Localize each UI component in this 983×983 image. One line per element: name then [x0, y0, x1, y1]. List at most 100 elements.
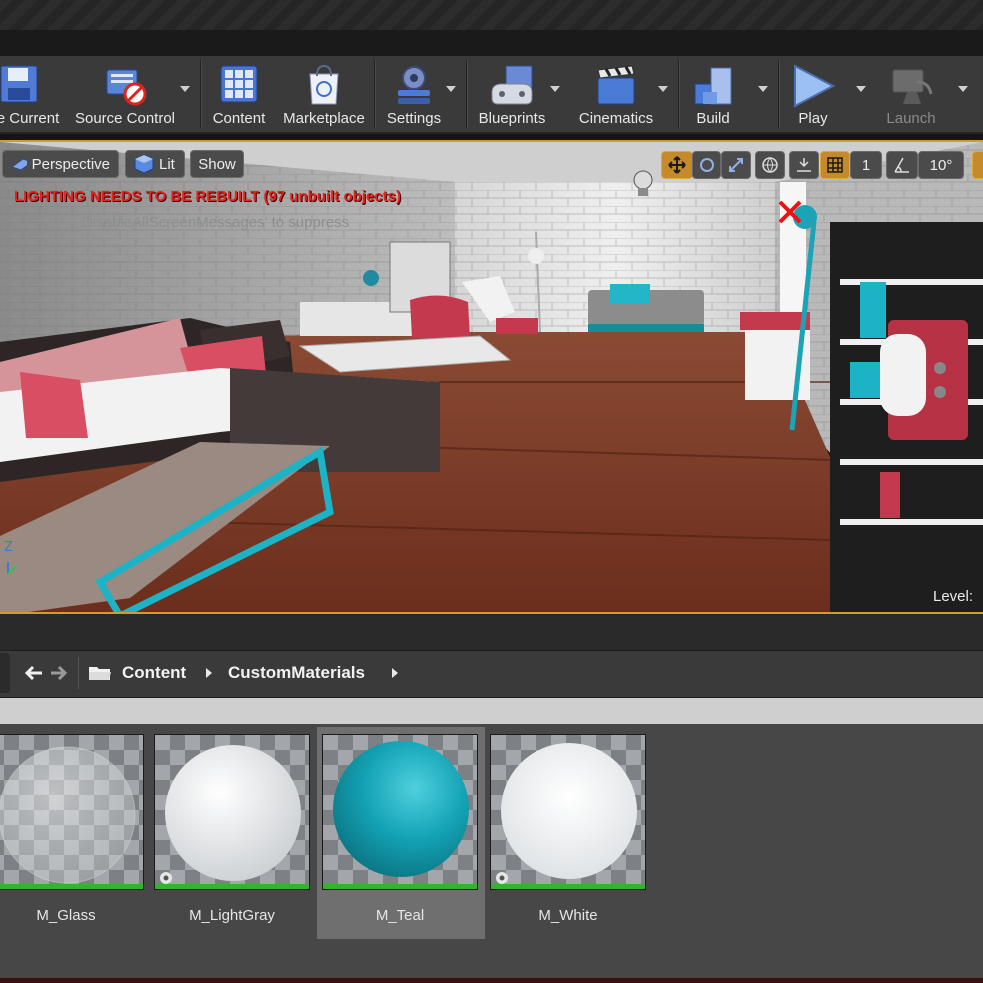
- rotation-snap-toggle[interactable]: [886, 151, 918, 179]
- asset-type-bar: [491, 884, 645, 889]
- build-label: Build: [696, 110, 730, 127]
- lit-cube-icon: [134, 154, 154, 174]
- grid-snap-value[interactable]: 1: [850, 151, 882, 179]
- perspective-icon: [11, 158, 27, 171]
- breadcrumb-custommaterials[interactable]: CustomMaterials: [228, 663, 365, 683]
- blueprints-label: Blueprints: [478, 110, 546, 127]
- filter-bar: [0, 698, 983, 724]
- lit-button[interactable]: Lit: [125, 150, 185, 178]
- asset-label-m-glass: M_Glass: [36, 907, 96, 924]
- asset-label-m-lightgray: M_LightGray: [189, 907, 275, 924]
- cinematics-button[interactable]: Cinematics: [572, 56, 660, 132]
- translate-tool-button[interactable]: [661, 151, 693, 179]
- source-control-icon: [106, 69, 147, 106]
- level-viewport[interactable]: Perspective Lit Show 1 10° LIGHTING NEED…: [0, 140, 983, 614]
- show-label: Show: [198, 155, 236, 173]
- material-sphere-teal: [323, 735, 477, 889]
- breadcrumb-content[interactable]: Content: [122, 663, 186, 683]
- marketplace-icon: [309, 64, 339, 105]
- show-button[interactable]: Show: [190, 150, 244, 178]
- material-sphere-white: [491, 735, 645, 889]
- asset-tile-m-glass[interactable]: [0, 734, 144, 890]
- save-current-button[interactable]: e Current: [0, 56, 62, 132]
- rotation-snap-value[interactable]: 10°: [918, 151, 964, 179]
- perspective-label: Perspective: [31, 155, 110, 173]
- axis-z-label: Z: [4, 540, 13, 555]
- asset-type-bar: [155, 884, 309, 889]
- settings-icon: [398, 66, 430, 104]
- asset-grid: M_Glass M_LightGray M_Teal M_White: [0, 724, 983, 978]
- sources-toggle[interactable]: [0, 653, 10, 693]
- rotation-snap-value-text: 10°: [929, 156, 953, 174]
- asset-type-bar: [0, 884, 143, 889]
- blueprints-button[interactable]: Blueprints: [472, 56, 552, 132]
- asset-type-bar: [323, 884, 477, 889]
- play-button[interactable]: Play: [784, 56, 842, 132]
- asset-tile-m-teal[interactable]: [322, 734, 478, 890]
- lighting-warning: LIGHTING NEEDS TO BE REBUILT (97 unbuilt…: [14, 188, 401, 205]
- marketplace-label: Marketplace: [283, 110, 365, 127]
- launch-label: Launch: [886, 110, 936, 127]
- world-local-toggle[interactable]: [755, 151, 785, 179]
- modified-star-icon: [496, 872, 508, 884]
- bottom-strip: [0, 978, 983, 983]
- toolbar-separator: [678, 60, 680, 128]
- settings-dropdown-icon[interactable]: [446, 86, 456, 92]
- content-label: Content: [212, 110, 266, 127]
- blueprints-dropdown-icon[interactable]: [550, 86, 560, 92]
- launch-button[interactable]: Launch: [876, 56, 946, 132]
- source-control-label: Source Control: [74, 110, 176, 127]
- main-toolbar: e Current Source Control Content Marketp…: [0, 56, 983, 134]
- breadcrumb-arrow-icon[interactable]: [206, 668, 212, 678]
- cinematics-dropdown-icon[interactable]: [658, 86, 668, 92]
- settings-button[interactable]: Settings: [380, 56, 448, 132]
- asset-tile-m-white[interactable]: [490, 734, 646, 890]
- scale-icon: [729, 158, 743, 172]
- globe-icon: [762, 157, 778, 173]
- save-icon: [0, 65, 38, 103]
- content-browser-path-bar: Content CustomMaterials: [0, 650, 983, 698]
- folder-icon: [89, 667, 111, 680]
- settings-label: Settings: [386, 110, 442, 127]
- back-arrow-icon[interactable]: [24, 664, 44, 682]
- play-dropdown-icon[interactable]: [856, 86, 866, 92]
- cinematics-icon: [597, 65, 635, 105]
- translate-icon: [668, 156, 686, 174]
- surface-snap-icon: [797, 158, 811, 172]
- grid-icon: [827, 157, 843, 173]
- level-label: Level:: [933, 588, 974, 605]
- forward-arrow-icon[interactable]: [50, 664, 68, 682]
- marketplace-button[interactable]: Marketplace: [278, 56, 370, 132]
- modified-star-icon: [160, 872, 172, 884]
- rotate-icon: [699, 158, 714, 172]
- perspective-button[interactable]: Perspective: [2, 150, 119, 178]
- asset-tile-m-lightgray[interactable]: [154, 734, 310, 890]
- surface-snap-toggle[interactable]: [789, 151, 819, 179]
- asset-label-m-white: M_White: [538, 907, 598, 924]
- title-band: [0, 30, 983, 57]
- build-icon: [694, 67, 732, 105]
- launch-icon: [892, 69, 933, 104]
- toolbar-separator: [466, 60, 468, 128]
- suppress-hint: DisableAllScreenMessages' to suppress: [82, 214, 350, 231]
- content-button[interactable]: Content: [206, 56, 272, 132]
- material-sphere-lightgray: [155, 735, 309, 889]
- angle-icon: [894, 157, 909, 173]
- rotate-tool-button[interactable]: [692, 151, 721, 179]
- scale-tool-button[interactable]: [721, 151, 751, 179]
- source-control-button[interactable]: Source Control: [70, 56, 180, 132]
- build-button[interactable]: Build: [684, 56, 742, 132]
- scale-snap-toggle[interactable]: [972, 151, 983, 179]
- toolbar-separator: [374, 60, 376, 128]
- window-title-bar: [0, 0, 983, 30]
- launch-dropdown-icon[interactable]: [958, 86, 968, 92]
- grid-snap-toggle[interactable]: [820, 151, 850, 179]
- build-dropdown-icon[interactable]: [758, 86, 768, 92]
- material-sphere-glass: [0, 735, 143, 889]
- play-label: Play: [798, 110, 828, 127]
- breadcrumb-arrow-icon[interactable]: [392, 668, 398, 678]
- toolbar-separator: [778, 60, 780, 128]
- source-control-dropdown-icon[interactable]: [180, 86, 190, 92]
- save-current-label: e Current: [0, 110, 60, 127]
- content-icon: [220, 65, 258, 103]
